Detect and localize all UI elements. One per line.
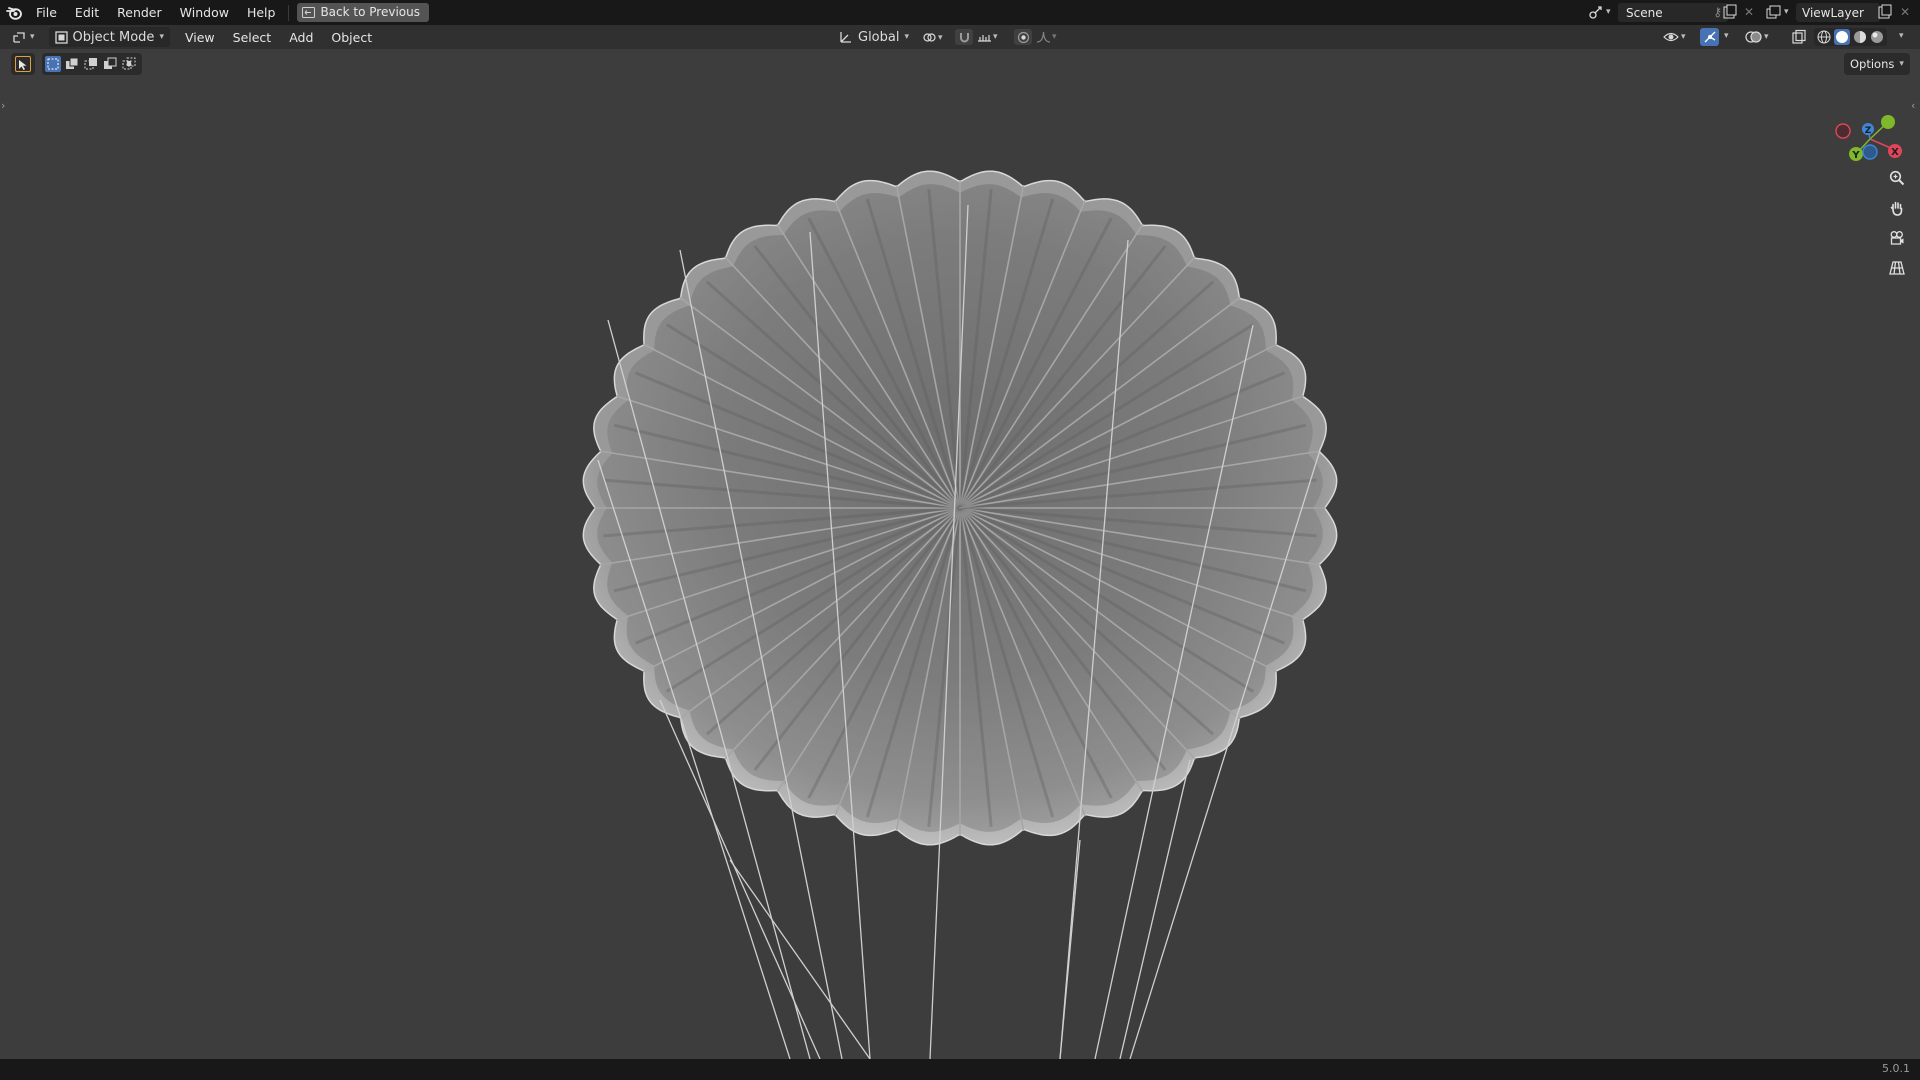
options-label: Options [1850,57,1895,71]
extend-selection-icon[interactable] [64,56,80,72]
view-layer-field[interactable]: ViewLayer [1796,3,1880,22]
remove-view-layer-icon[interactable]: ✕ [1900,5,1910,19]
pivot-point-icon[interactable]: ▾ [922,30,943,45]
xray-toggle-icon[interactable] [1791,29,1807,45]
menu-window[interactable]: Window [171,0,238,25]
3d-viewport[interactable]: › ‹ Options ▾ Y Z X [0,49,1920,1059]
blender-logo-icon[interactable] [1,0,27,25]
scene-selector-icon[interactable]: ▾ [1588,4,1611,20]
tool-selector [11,53,35,75]
menu-view[interactable]: View [176,30,224,45]
parachute-model[interactable] [0,49,1920,1059]
perspective-toggle-button[interactable] [1884,255,1910,281]
falloff-curve-icon[interactable]: ▾ [1036,30,1057,44]
back-to-previous-label: Back to Previous [320,5,420,19]
gizmo-negative-z[interactable] [1862,144,1878,160]
orientation-axes-icon [840,32,851,43]
snap-toggle-icon[interactable] [955,29,973,45]
transform-orientation-selector[interactable]: Global ▾ [839,27,909,47]
viewport-header: ▾ Object Mode ▾ View Select Add Object G… [0,25,1920,49]
status-bar: 5.0.1 [0,1059,1920,1080]
solid-shading-icon[interactable] [1834,29,1850,45]
gizmo-x-label: X [1891,147,1899,158]
menu-file[interactable]: File [27,0,66,25]
new-view-layer-icon[interactable] [1877,4,1893,20]
shading-options-chevron-icon[interactable]: ▾ [1899,31,1904,41]
overlays-toggle-icon[interactable]: ▾ [1745,29,1769,45]
wireframe-shading-icon[interactable] [1817,30,1831,44]
pin-icon[interactable]: ⚷ [1713,5,1722,19]
options-button[interactable]: Options ▾ [1844,53,1910,75]
grid-icon [1889,261,1905,275]
material-preview-shading-icon[interactable] [1853,30,1867,44]
view-layer-label: ViewLayer [1802,5,1864,20]
menu-add[interactable]: Add [280,30,322,45]
camera-view-button[interactable] [1884,225,1910,251]
intersect-selection-icon[interactable] [121,56,137,72]
select-tool-icon[interactable] [15,56,31,72]
top-menubar: File Edit Render Window Help Back to Pre… [0,0,1920,25]
menu-render[interactable]: Render [108,0,171,25]
rendered-shading-icon[interactable] [1870,30,1884,44]
shading-mode-group [1814,28,1887,46]
menu-object[interactable]: Object [322,30,381,45]
view-layer-selector-icon[interactable]: ▾ [1766,4,1789,20]
menu-select[interactable]: Select [224,30,281,45]
version-label: 5.0.1 [1882,1062,1910,1075]
new-scene-icon[interactable] [1722,4,1738,20]
remove-scene-icon[interactable]: ✕ [1744,5,1754,19]
zoom-button[interactable] [1884,165,1910,191]
selection-mode-group [42,53,142,75]
back-to-previous-button[interactable]: Back to Previous [297,3,429,22]
set-new-selection-icon[interactable] [45,56,61,72]
suspension-line [1059,839,1081,1059]
visibility-selector-icon[interactable]: ▾ [1663,29,1686,45]
navigation-gizmo[interactable]: Y Z X [1828,94,1908,174]
mode-label: Object Mode [72,29,155,45]
invert-selection-icon[interactable] [102,56,118,72]
mode-selector[interactable]: Object Mode ▾ [48,27,170,47]
chevron-down-icon: ▾ [159,32,164,42]
orientation-label: Global [858,29,900,45]
menu-help[interactable]: Help [238,0,285,25]
camera-icon [1890,231,1904,245]
snap-target-icon[interactable]: ▾ [977,30,998,44]
editor-type-icon[interactable]: ▾ [12,30,35,44]
subtract-selection-icon[interactable] [83,56,99,72]
menu-edit[interactable]: Edit [66,0,108,25]
gizmo-negative-x[interactable] [1835,123,1851,139]
suspension-line [729,859,871,1059]
sidebar-toggle-icon[interactable]: ‹ [1911,99,1915,112]
scene-name-label: Scene [1626,5,1663,20]
gizmo-y-label: Y [1851,150,1860,161]
gizmo-options-chevron-icon[interactable]: ▾ [1724,31,1729,41]
gizmo-positive-y[interactable] [1881,115,1895,129]
screen-back-icon [302,7,316,18]
object-mode-icon [54,30,68,44]
scene-name-field[interactable]: Scene ⚷ [1618,3,1728,22]
menubar-divider [288,4,290,21]
proportional-editing-icon[interactable] [1014,29,1032,45]
hand-icon [1890,201,1903,216]
gizmo-z-label: Z [1865,126,1872,136]
pan-button[interactable] [1884,195,1910,221]
toolbar-toggle-icon[interactable]: › [1,99,5,112]
magnifier-icon [1889,170,1905,186]
gizmo-toggle-icon[interactable] [1700,28,1719,46]
